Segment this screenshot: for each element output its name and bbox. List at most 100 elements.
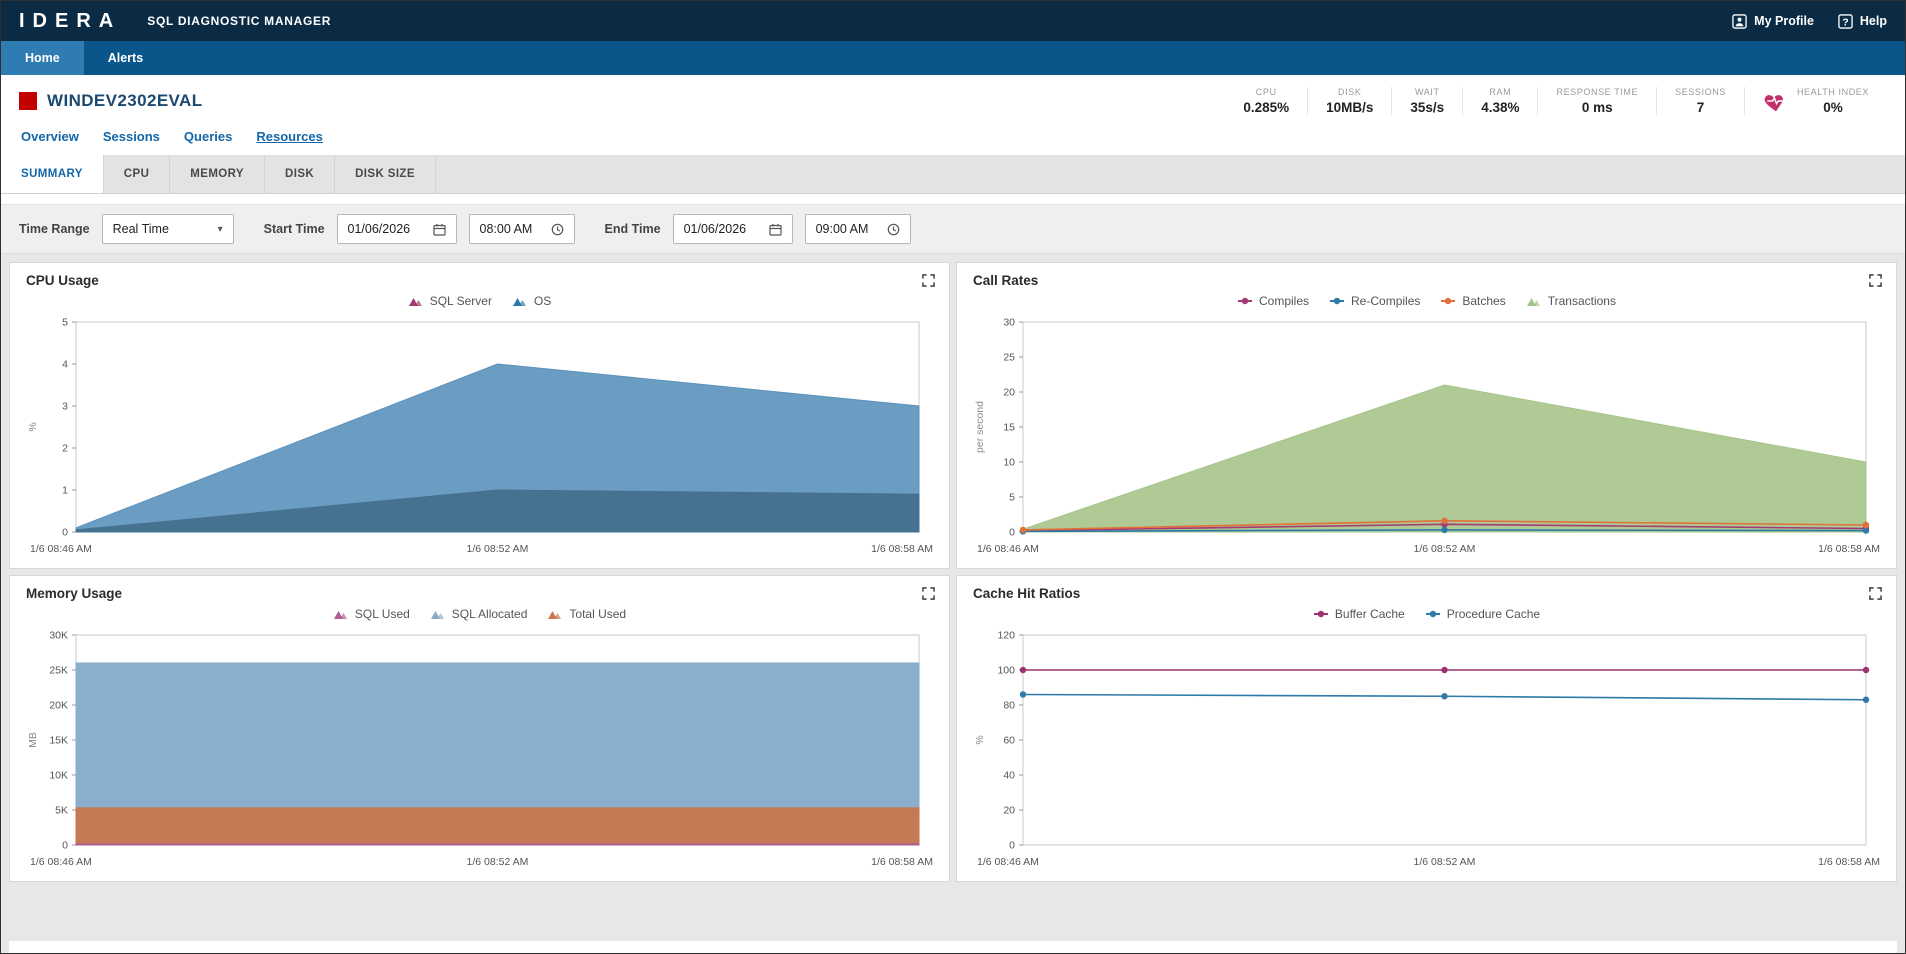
legend-label: Re-Compiles (1351, 294, 1421, 308)
end-time-label: End Time (604, 222, 661, 236)
header-actions: My Profile ? Help (1732, 13, 1887, 29)
server-section: WINDEV2302EVAL CPU 0.285% DISK 10MB/s WAIT 35… (1, 75, 1905, 155)
subnav-item-resources[interactable]: Resources (256, 129, 322, 144)
svg-text:3: 3 (62, 401, 68, 413)
app-window: IDERA SQL DIAGNOSTIC MANAGER My Profile … (0, 0, 1906, 954)
start-time-group: Start Time 01/06/2026 08:00 AM (264, 214, 575, 244)
svg-text:0: 0 (62, 527, 68, 539)
svg-text:%: % (27, 422, 39, 431)
svg-text:MB: MB (27, 732, 39, 748)
time-range-label: Time Range (19, 222, 90, 236)
tab-summary[interactable]: SUMMARY (1, 155, 104, 193)
end-date-input[interactable]: 01/06/2026 (672, 214, 793, 244)
svg-text:1/6 08:58 AM: 1/6 08:58 AM (871, 543, 933, 555)
subnav-item-overview[interactable]: Overview (21, 129, 79, 144)
stat-cpu: CPU 0.285% (1225, 87, 1307, 115)
stat-value: 0% (1823, 100, 1843, 115)
stat-sessions: SESSIONS 7 (1656, 87, 1744, 115)
app-header: IDERA SQL DIAGNOSTIC MANAGER My Profile … (1, 1, 1905, 41)
panel-title: Cache Hit Ratios (973, 586, 1081, 601)
time-range-value: Real Time (112, 222, 169, 236)
stat-wait: WAIT 35s/s (1391, 87, 1462, 115)
panel-memory-usage: Memory Usage SQL Used SQL Allocated Total U… (9, 575, 950, 882)
legend-item-sql-used[interactable]: SQL Used (333, 607, 410, 621)
chart-legend: Buffer Cache Procedure Cache (967, 603, 1886, 627)
legend-item-total-used[interactable]: Total Used (547, 607, 626, 621)
panel-title: CPU Usage (26, 273, 99, 288)
help-button[interactable]: ? Help (1838, 13, 1887, 29)
start-time-label: Start Time (263, 222, 325, 236)
subnav-item-sessions[interactable]: Sessions (103, 129, 160, 144)
my-profile-label: My Profile (1754, 14, 1814, 28)
legend-item-os[interactable]: OS (512, 294, 551, 308)
subnav-item-queries[interactable]: Queries (184, 129, 232, 144)
legend-item-procedure-cache[interactable]: Procedure Cache (1425, 607, 1540, 621)
legend-item-buffer-cache[interactable]: Buffer Cache (1313, 607, 1405, 621)
svg-text:20: 20 (1003, 805, 1015, 817)
my-profile-button[interactable]: My Profile (1732, 13, 1814, 29)
tab-memory[interactable]: MEMORY (170, 155, 266, 193)
end-time-input[interactable]: 09:00 AM (804, 214, 911, 244)
svg-text:40: 40 (1003, 770, 1015, 782)
legend-item-re-compiles[interactable]: Re-Compiles (1329, 294, 1420, 308)
legend-label: Procedure Cache (1446, 607, 1541, 621)
idera-logo: IDERA (19, 9, 122, 32)
svg-text:30K: 30K (49, 630, 68, 642)
legend-label: Buffer Cache (1334, 607, 1405, 621)
svg-text:%: % (974, 735, 986, 744)
svg-text:?: ? (1842, 17, 1848, 28)
legend-item-sql-server[interactable]: SQL Server (408, 294, 492, 308)
chart-legend: SQL Used SQL Allocated Total Used (20, 603, 939, 627)
heart-icon (1763, 89, 1789, 113)
chart-cache-hit-ratios: 0 20 40 60 80 100 120% 1/6 08:46 AM 1/6 08:52 AM… (974, 630, 1880, 869)
panel-title: Call Rates (973, 273, 1039, 288)
svg-text:25K: 25K (49, 665, 68, 677)
legend-label: Compiles (1259, 294, 1310, 308)
svg-text:1/6 08:52 AM: 1/6 08:52 AM (467, 543, 529, 555)
tab-disk-size[interactable]: DISK SIZE (335, 155, 436, 193)
svg-text:5K: 5K (55, 805, 68, 817)
start-date-input[interactable]: 01/06/2026 (336, 214, 457, 244)
svg-text:10K: 10K (49, 770, 68, 782)
server-stats: CPU 0.285% DISK 10MB/s WAIT 35s/s RAM 4.38% RESP… (1225, 87, 1887, 115)
tab-disk[interactable]: DISK (265, 155, 336, 193)
svg-text:60: 60 (1003, 735, 1015, 747)
tab-cpu[interactable]: CPU (104, 155, 171, 193)
stat-label: DISK (1338, 87, 1362, 97)
legend-item-sql-allocated[interactable]: SQL Allocated (430, 607, 527, 621)
chart-memory-usage: 0 5K 10K 15K 20K 25K 30K MB 1/6 08:46 AM 1/6 08:5… (27, 630, 933, 869)
expand-icon[interactable] (1869, 587, 1882, 600)
nav-tab-alerts[interactable]: Alerts (84, 41, 167, 75)
end-date-value: 01/06/2026 (683, 222, 747, 236)
expand-icon[interactable] (1869, 274, 1882, 287)
legend-item-batches[interactable]: Batches (1440, 294, 1506, 308)
svg-text:2: 2 (62, 443, 68, 455)
clock-icon[interactable] (887, 223, 900, 236)
charts-grid: CPU Usage SQL Server OS 0 1 2 3 4 5% 1/6 08:46 AM… (1, 254, 1905, 941)
svg-text:5: 5 (62, 317, 68, 329)
svg-text:1: 1 (62, 485, 68, 497)
chart-cpu-usage: 0 1 2 3 4 5% 1/6 08:46 AM 1/6 08:52 AM 1/6 08:58… (27, 317, 933, 556)
start-time-input[interactable]: 08:00 AM (468, 214, 575, 244)
server-status-icon (19, 92, 37, 110)
stat-value: 0 ms (1581, 100, 1613, 115)
chart-call-rates: 0 5 10 15 20 25 30 per second 1/6 08:46 AM 1/6 08… (974, 317, 1880, 556)
svg-text:1/6 08:58 AM: 1/6 08:58 AM (871, 856, 933, 868)
time-range-select[interactable]: Real Time ▾ (101, 214, 234, 244)
stat-response-time: RESPONSE TIME 0 ms (1537, 87, 1656, 115)
svg-text:120: 120 (997, 630, 1015, 642)
legend-item-compiles[interactable]: Compiles (1237, 294, 1309, 308)
svg-text:20: 20 (1003, 387, 1015, 399)
chart-legend: Compiles Re-Compiles Batches Transactions (967, 290, 1886, 314)
server-name: WINDEV2302EVAL (47, 91, 203, 110)
stat-value: 4.38% (1481, 100, 1520, 115)
expand-icon[interactable] (922, 274, 935, 287)
legend-item-transactions[interactable]: Transactions (1526, 294, 1616, 308)
clock-icon[interactable] (551, 223, 564, 236)
calendar-icon[interactable] (432, 223, 446, 236)
spacer (1, 194, 1905, 204)
expand-icon[interactable] (922, 587, 935, 600)
calendar-icon[interactable] (768, 223, 782, 236)
end-time-value: 09:00 AM (815, 222, 869, 236)
nav-tab-home[interactable]: Home (1, 41, 84, 75)
